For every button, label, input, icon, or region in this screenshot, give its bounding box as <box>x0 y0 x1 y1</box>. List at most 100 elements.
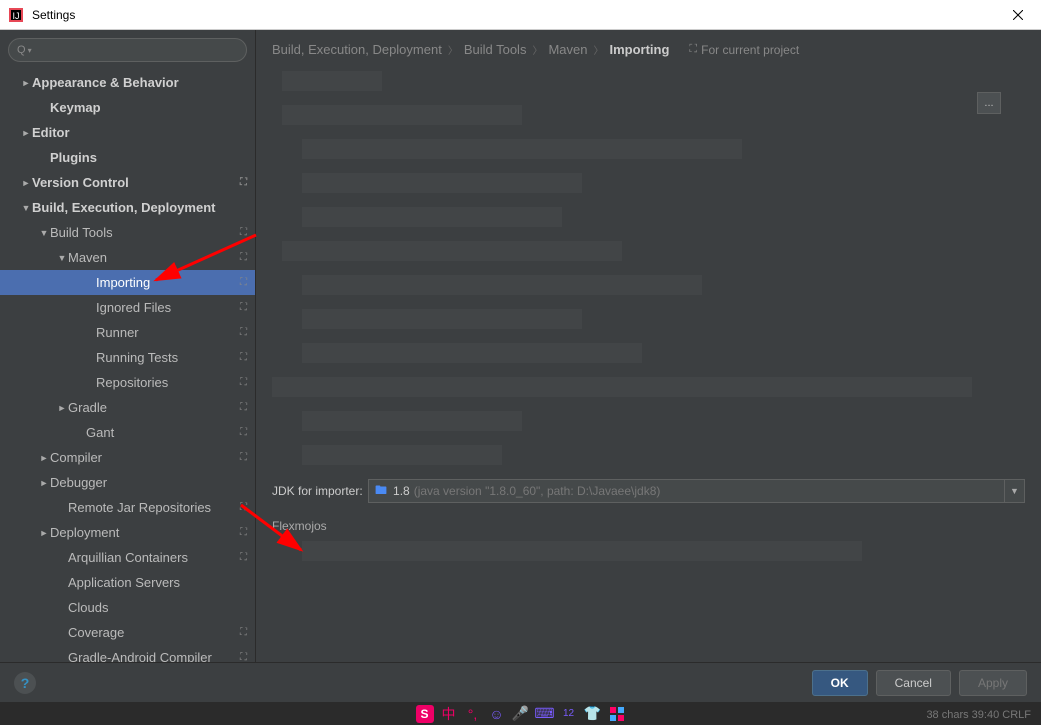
tree-arrow-icon: ▼ <box>20 203 32 213</box>
project-icon: ⛶ <box>689 43 697 56</box>
keyboard-icon[interactable]: ⌨ <box>536 705 554 723</box>
tree-label: Maven <box>68 250 255 265</box>
project-scope-icon: ⛶ <box>240 227 247 238</box>
tree-item-maven[interactable]: ▼Maven⛶ <box>0 245 255 270</box>
tree-label: Gant <box>86 425 255 440</box>
breadcrumb-current: Importing <box>609 42 669 57</box>
apply-button[interactable]: Apply <box>959 670 1027 696</box>
tree-arrow-icon: ▼ <box>56 253 68 263</box>
tree-label: Importing <box>96 275 255 290</box>
project-scope-icon: ⛶ <box>240 552 247 563</box>
tree-item-application-servers[interactable]: Application Servers <box>0 570 255 595</box>
tree-item-editor[interactable]: ►Editor <box>0 120 255 145</box>
project-scope-icon: ⛶ <box>240 352 247 363</box>
emoji-icon[interactable]: ☺ <box>488 705 506 723</box>
tree-label: Remote Jar Repositories <box>68 500 255 515</box>
breadcrumb-part[interactable]: Build Tools <box>464 42 527 57</box>
ime-icon[interactable]: S <box>416 705 434 723</box>
search-icon: Q <box>17 44 26 56</box>
tree-item-coverage[interactable]: Coverage⛶ <box>0 620 255 645</box>
project-scope-icon: ⛶ <box>240 527 247 538</box>
tree-arrow-icon: ► <box>38 478 50 488</box>
dialog-footer: ? OK Cancel Apply <box>0 662 1041 702</box>
mic-icon[interactable]: 🎤 <box>512 705 530 723</box>
tree-label: Plugins <box>50 150 255 165</box>
tree-label: Keymap <box>50 100 255 115</box>
tree-arrow-icon: ► <box>38 453 50 463</box>
jdk-dropdown-arrow[interactable]: ▼ <box>1005 479 1025 503</box>
settings-tree[interactable]: ►Appearance & BehaviorKeymap►EditorPlugi… <box>0 70 255 662</box>
jdk-importer-row: JDK for importer: 🖿 1.8 (java version "1… <box>272 479 1025 503</box>
tree-arrow-icon: ► <box>56 403 68 413</box>
tree-item-deployment[interactable]: ►Deployment⛶ <box>0 520 255 545</box>
tree-arrow-icon: ► <box>38 528 50 538</box>
project-scope-icon: ⛶ <box>240 377 247 388</box>
cal-icon[interactable]: 12 <box>560 705 578 723</box>
tree-item-arquillian-containers[interactable]: Arquillian Containers⛶ <box>0 545 255 570</box>
titlebar: IJ Settings <box>0 0 1041 30</box>
search-input[interactable]: Q ▾ <box>8 38 247 62</box>
tree-label: Build, Execution, Deployment <box>32 200 255 215</box>
ok-button[interactable]: OK <box>812 670 868 696</box>
tree-label: Build Tools <box>50 225 255 240</box>
folder-icon: 🖿 <box>375 481 387 502</box>
os-taskbar: S 中 °, ☺ 🎤 ⌨ 12 👕 38 chars 39:40 CRLF <box>0 702 1041 725</box>
tree-label: Compiler <box>50 450 255 465</box>
tree-item-version-control[interactable]: ►Version Control⛶ <box>0 170 255 195</box>
tree-label: Application Servers <box>68 575 255 590</box>
tree-item-ignored-files[interactable]: Ignored Files⛶ <box>0 295 255 320</box>
tree-label: Clouds <box>68 600 255 615</box>
project-scope-icon: ⛶ <box>240 402 247 413</box>
main-area: Q ▾ ►Appearance & BehaviorKeymap►EditorP… <box>0 30 1041 662</box>
shirt-icon[interactable]: 👕 <box>584 705 602 723</box>
tree-item-remote-jar-repositories[interactable]: Remote Jar Repositories⛶ <box>0 495 255 520</box>
content-panel: Build, Execution, Deployment 〉 Build Too… <box>256 30 1041 662</box>
cancel-button[interactable]: Cancel <box>876 670 951 696</box>
project-scope-icon: ⛶ <box>240 277 247 288</box>
tree-label: Gradle-Android Compiler <box>68 650 255 662</box>
close-button[interactable] <box>1003 0 1033 30</box>
search-wrap: Q ▾ <box>0 30 255 70</box>
tree-label: Appearance & Behavior <box>32 75 255 90</box>
lang-icon[interactable]: 中 <box>440 705 458 723</box>
tree-item-debugger[interactable]: ►Debugger <box>0 470 255 495</box>
tree-item-importing[interactable]: Importing⛶ <box>0 270 255 295</box>
project-scope-icon: ⛶ <box>240 177 247 188</box>
search-dropdown-icon: ▾ <box>28 46 32 55</box>
tree-arrow-icon: ► <box>20 178 32 188</box>
project-scope-icon: ⛶ <box>240 302 247 313</box>
help-button[interactable]: ? <box>14 672 36 694</box>
project-scope-icon: ⛶ <box>240 427 247 438</box>
tree-label: Debugger <box>50 475 255 490</box>
jdk-version: 1.8 <box>393 484 410 498</box>
tree-label: Version Control <box>32 175 255 190</box>
tree-item-keymap[interactable]: Keymap <box>0 95 255 120</box>
tree-arrow-icon: ► <box>20 128 32 138</box>
tree-label: Running Tests <box>96 350 255 365</box>
breadcrumb-part[interactable]: Build, Execution, Deployment <box>272 42 442 57</box>
tree-item-runner[interactable]: Runner⛶ <box>0 320 255 345</box>
tree-item-running-tests[interactable]: Running Tests⛶ <box>0 345 255 370</box>
tree-item-build-tools[interactable]: ▼Build Tools⛶ <box>0 220 255 245</box>
tree-item-gant[interactable]: Gant⛶ <box>0 420 255 445</box>
for-project-label: For current project <box>701 43 799 57</box>
tree-item-plugins[interactable]: Plugins <box>0 145 255 170</box>
tree-label: Runner <box>96 325 255 340</box>
punct-icon[interactable]: °, <box>464 705 482 723</box>
jdk-select[interactable]: 🖿 1.8 (java version "1.8.0_60", path: D:… <box>368 479 1005 503</box>
grid-icon[interactable] <box>608 705 626 723</box>
tree-item-build-execution-deployment[interactable]: ▼Build, Execution, Deployment <box>0 195 255 220</box>
tree-item-compiler[interactable]: ►Compiler⛶ <box>0 445 255 470</box>
tree-item-clouds[interactable]: Clouds <box>0 595 255 620</box>
chevron-right-icon: 〉 <box>593 42 603 57</box>
sidebar: Q ▾ ►Appearance & BehaviorKeymap►EditorP… <box>0 30 256 662</box>
project-scope-icon: ⛶ <box>240 452 247 463</box>
jdk-path: (java version "1.8.0_60", path: D:\Javae… <box>414 484 661 498</box>
tree-item-repositories[interactable]: Repositories⛶ <box>0 370 255 395</box>
breadcrumb-part[interactable]: Maven <box>548 42 587 57</box>
tree-item-gradle-android-compiler[interactable]: Gradle-Android Compiler⛶ <box>0 645 255 662</box>
tree-item-gradle[interactable]: ►Gradle⛶ <box>0 395 255 420</box>
tree-item-appearance-behavior[interactable]: ►Appearance & Behavior <box>0 70 255 95</box>
breadcrumb: Build, Execution, Deployment 〉 Build Too… <box>272 42 1025 57</box>
chevron-right-icon: 〉 <box>448 42 458 57</box>
